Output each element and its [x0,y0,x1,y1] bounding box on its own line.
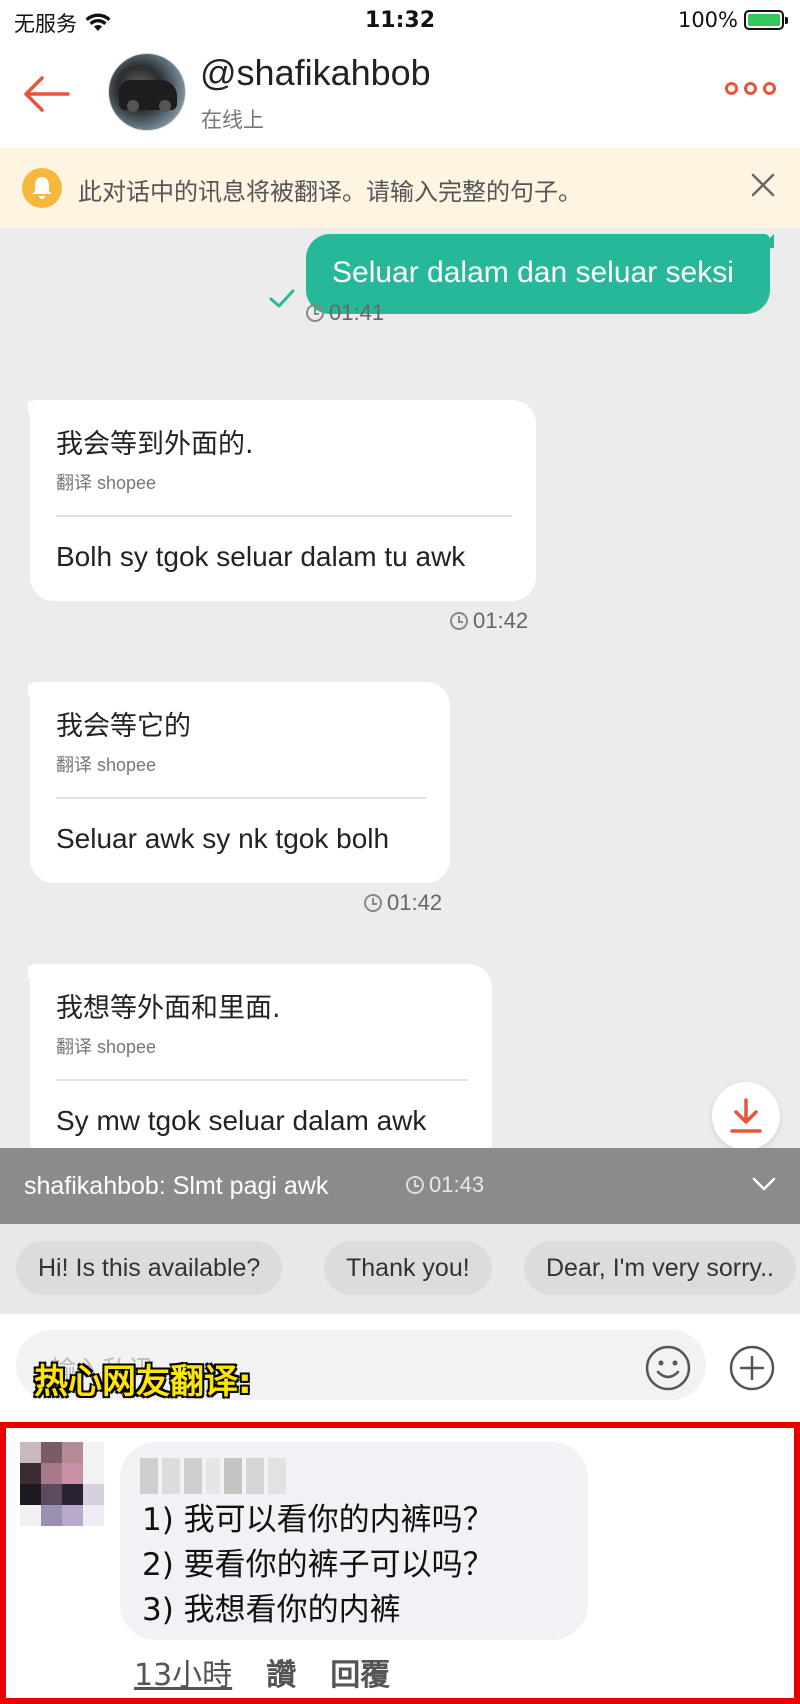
back-arrow-icon[interactable] [22,72,72,116]
download-arrow-icon [730,1098,762,1133]
original-text: Sy mw tgok seluar dalam awk [56,1105,427,1136]
chevron-down-icon[interactable] [752,1176,776,1192]
original-text: Seluar awk sy nk tgok bolh [56,823,390,854]
quick-reply-chip[interactable]: Hi! Is this available? [16,1241,283,1295]
emoji-icon[interactable] [644,1344,692,1392]
status-bar: 无服务 11:32 100% [0,0,800,42]
comment-time-link[interactable]: 13小時 [134,1650,232,1694]
received-message-bubble[interactable]: 我想等外面和里面. 翻译 shopee Sy mw tgok seluar da… [30,964,492,1148]
preview-timestamp: 01:43 [406,1172,484,1198]
translated-text: 我会等到外面的. [56,429,254,460]
notice-text: 此对话中的讯息将被翻译。请输入完整的句子。 [78,178,582,206]
comment-line: 2) 要看你的裤子可以吗？ [142,1547,494,1583]
battery-status: 100% [677,8,788,32]
comment-bubble[interactable]: 1) 我可以看你的内裤吗？ 2) 要看你的裤子可以吗？ 3) 我想看你的内裤 [120,1442,588,1640]
translation-label: 翻译 shopee [56,473,157,493]
contact-avatar[interactable] [108,53,186,131]
sent-message-text: Seluar dalam dan seluar seksi [332,256,734,289]
quick-replies: Hi! Is this available? Thank you! Dear, … [0,1224,800,1314]
comment-panel: 1) 我可以看你的内裤吗？ 2) 要看你的裤子可以吗？ 3) 我想看你的内裤 1… [0,1422,800,1704]
translation-label: 翻译 shopee [56,1037,157,1057]
message-list[interactable]: Seluar dalam dan seluar seksi 01:41 我会等到… [0,228,800,1148]
like-button[interactable]: 讚 [266,1650,296,1694]
translated-text: 我会等它的 [56,711,191,742]
close-icon[interactable] [748,170,778,200]
comment-line: 3) 我想看你的内裤 [142,1592,401,1628]
online-status: 在线上 [201,108,264,132]
commenter-avatar [20,1442,104,1526]
clock-icon [364,894,382,912]
received-message-bubble[interactable]: 我会等它的 翻译 shopee Seluar awk sy nk tgok bo… [30,682,450,883]
battery-percent: 100% [677,8,738,32]
clock-icon [450,612,468,630]
message-timestamp: 01:42 [450,608,528,634]
comment-actions: 13小時 讚 回覆 [134,1650,390,1694]
clock-icon [406,1176,424,1194]
translated-text: 我想等外面和里面. [56,993,281,1024]
comment-line: 1) 我可以看你的内裤吗？ [142,1502,494,1538]
commenter-name-blurred [140,1458,290,1494]
preview-text: shafikahbob: Slmt pagi awk [24,1172,329,1200]
reply-button[interactable]: 回覆 [330,1650,390,1694]
new-message-preview[interactable]: shafikahbob: Slmt pagi awk 01:43 [0,1148,800,1224]
clock-icon [306,304,324,322]
scroll-to-bottom-button[interactable] [712,1082,780,1148]
contact-username[interactable]: @shafikahbob [200,52,431,94]
overlay-caption: 热心网友翻译: [33,1361,253,1403]
battery-icon [744,10,788,30]
read-check-icon [269,289,295,308]
quick-reply-chip[interactable]: Thank you! [324,1241,492,1295]
chat-header: @shafikahbob 在线上 [0,42,800,148]
translation-notice: 此对话中的讯息将被翻译。请输入完整的句子。 [0,148,800,228]
more-options-icon[interactable] [725,82,776,95]
message-timestamp: 01:41 [306,300,384,326]
plus-icon[interactable] [728,1344,776,1392]
quick-reply-chip[interactable]: Dear, I'm very sorry.. [524,1241,796,1295]
original-text: Bolh sy tgok seluar dalam tu awk [56,541,466,572]
bell-icon [22,168,62,208]
comment-text: 1) 我可以看你的内裤吗？ 2) 要看你的裤子可以吗？ 3) 我想看你的内裤 [142,1498,494,1633]
message-timestamp: 01:42 [364,890,442,916]
translation-label: 翻译 shopee [56,755,157,775]
received-message-bubble[interactable]: 我会等到外面的. 翻译 shopee Bolh sy tgok seluar d… [30,400,536,601]
